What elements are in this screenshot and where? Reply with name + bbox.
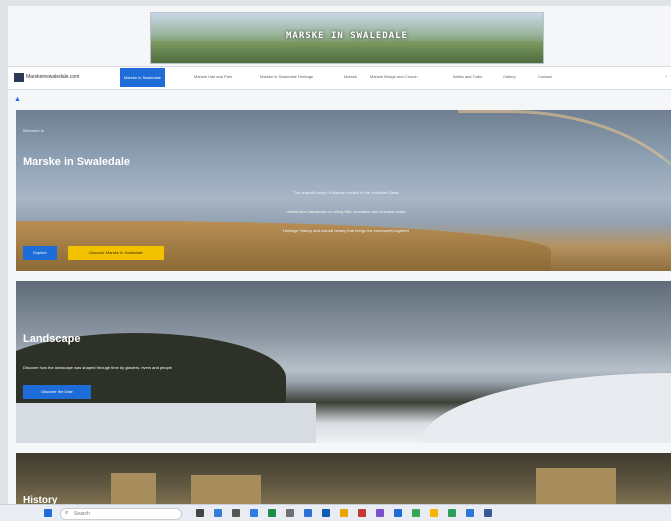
nav-item-home[interactable]: Marske in Swaledale — [120, 68, 165, 87]
nav-item-contact[interactable]: Contact — [538, 74, 552, 79]
nav-item-hall[interactable]: Marske Hall and Park — [194, 74, 232, 79]
hero-line-3: Heritage, history and natural beauty tha… — [282, 228, 410, 233]
app-icon[interactable] — [466, 509, 474, 517]
word-icon[interactable] — [304, 509, 312, 517]
app-icon[interactable] — [448, 509, 456, 517]
facebook-icon[interactable] — [484, 509, 492, 517]
hero-section: Welcome to Marske in Swaledale The unspo… — [16, 110, 671, 271]
landscape-snow-left — [16, 403, 316, 443]
hero-explore-button[interactable]: Explore — [23, 246, 57, 260]
home-icon[interactable]: ▲ — [14, 96, 21, 103]
nav-item-heritage[interactable]: Marske in Swaledale Heritage — [260, 74, 313, 79]
store-icon[interactable] — [394, 509, 402, 517]
task-view-icon[interactable] — [196, 509, 204, 517]
site-banner[interactable]: MARSKE IN SWALEDALE — [150, 12, 544, 64]
nav-item-walks[interactable]: Walks and Trails — [453, 74, 482, 79]
chrome-icon[interactable] — [430, 509, 438, 517]
history-section: History — [16, 453, 671, 506]
landscape-title: Landscape — [23, 333, 81, 345]
file-explorer-icon[interactable] — [340, 509, 348, 517]
nav-scroll-right-icon[interactable]: › — [665, 74, 667, 80]
settings-icon[interactable] — [286, 509, 294, 517]
nav-item-marske[interactable]: Marske — [344, 74, 357, 79]
nav-item-bridge[interactable]: Marske Bridge and Church — [370, 74, 418, 79]
photos-icon[interactable] — [412, 509, 420, 517]
banner-title: MARSKE IN SWALEDALE — [286, 31, 408, 41]
landscape-discover-button[interactable]: Discover the Dale — [23, 385, 91, 399]
site-name[interactable]: Marskeinswaledale.com — [26, 74, 79, 80]
powerpoint-icon[interactable] — [358, 509, 366, 517]
banner-hills — [151, 41, 543, 63]
taskbar-search-placeholder: Search — [74, 511, 90, 517]
hero-line-2: Undisturbed landscape of rolling hills, … — [286, 209, 406, 214]
history-building — [191, 475, 261, 506]
search-icon: ⌕ — [65, 510, 69, 516]
site-logo[interactable] — [14, 73, 24, 82]
windows-taskbar: ⌕ Search — [0, 504, 671, 521]
landscape-body: Discover how the landscape was shaped th… — [23, 365, 172, 370]
excel-icon[interactable] — [268, 509, 276, 517]
hero-title: Marske in Swaledale — [23, 156, 130, 168]
browser-viewport: MARSKE IN SWALEDALE Marskeinswaledale.co… — [8, 6, 671, 506]
landscape-section: Landscape Discover how the landscape was… — [16, 281, 671, 443]
hero-eyebrow: Welcome to — [23, 128, 45, 133]
site-navbar: Marskeinswaledale.com Marske in Swaledal… — [8, 66, 671, 90]
hero-line-1: The unspoilt valley of Marske nestled in… — [293, 190, 399, 195]
start-icon[interactable] — [44, 509, 52, 517]
nav-item-gallery[interactable]: Gallery — [503, 74, 516, 79]
widgets-icon[interactable] — [214, 509, 222, 517]
history-building — [111, 473, 156, 506]
history-building — [536, 468, 616, 506]
outlook-icon[interactable] — [322, 509, 330, 517]
hero-discover-button[interactable]: Discover Marske in Swaledale — [68, 246, 164, 260]
teams-icon[interactable] — [376, 509, 384, 517]
taskbar-search-input[interactable]: ⌕ Search — [60, 508, 182, 520]
chat-icon[interactable] — [232, 509, 240, 517]
edge-icon[interactable] — [250, 509, 258, 517]
landscape-snow-right — [421, 373, 671, 443]
